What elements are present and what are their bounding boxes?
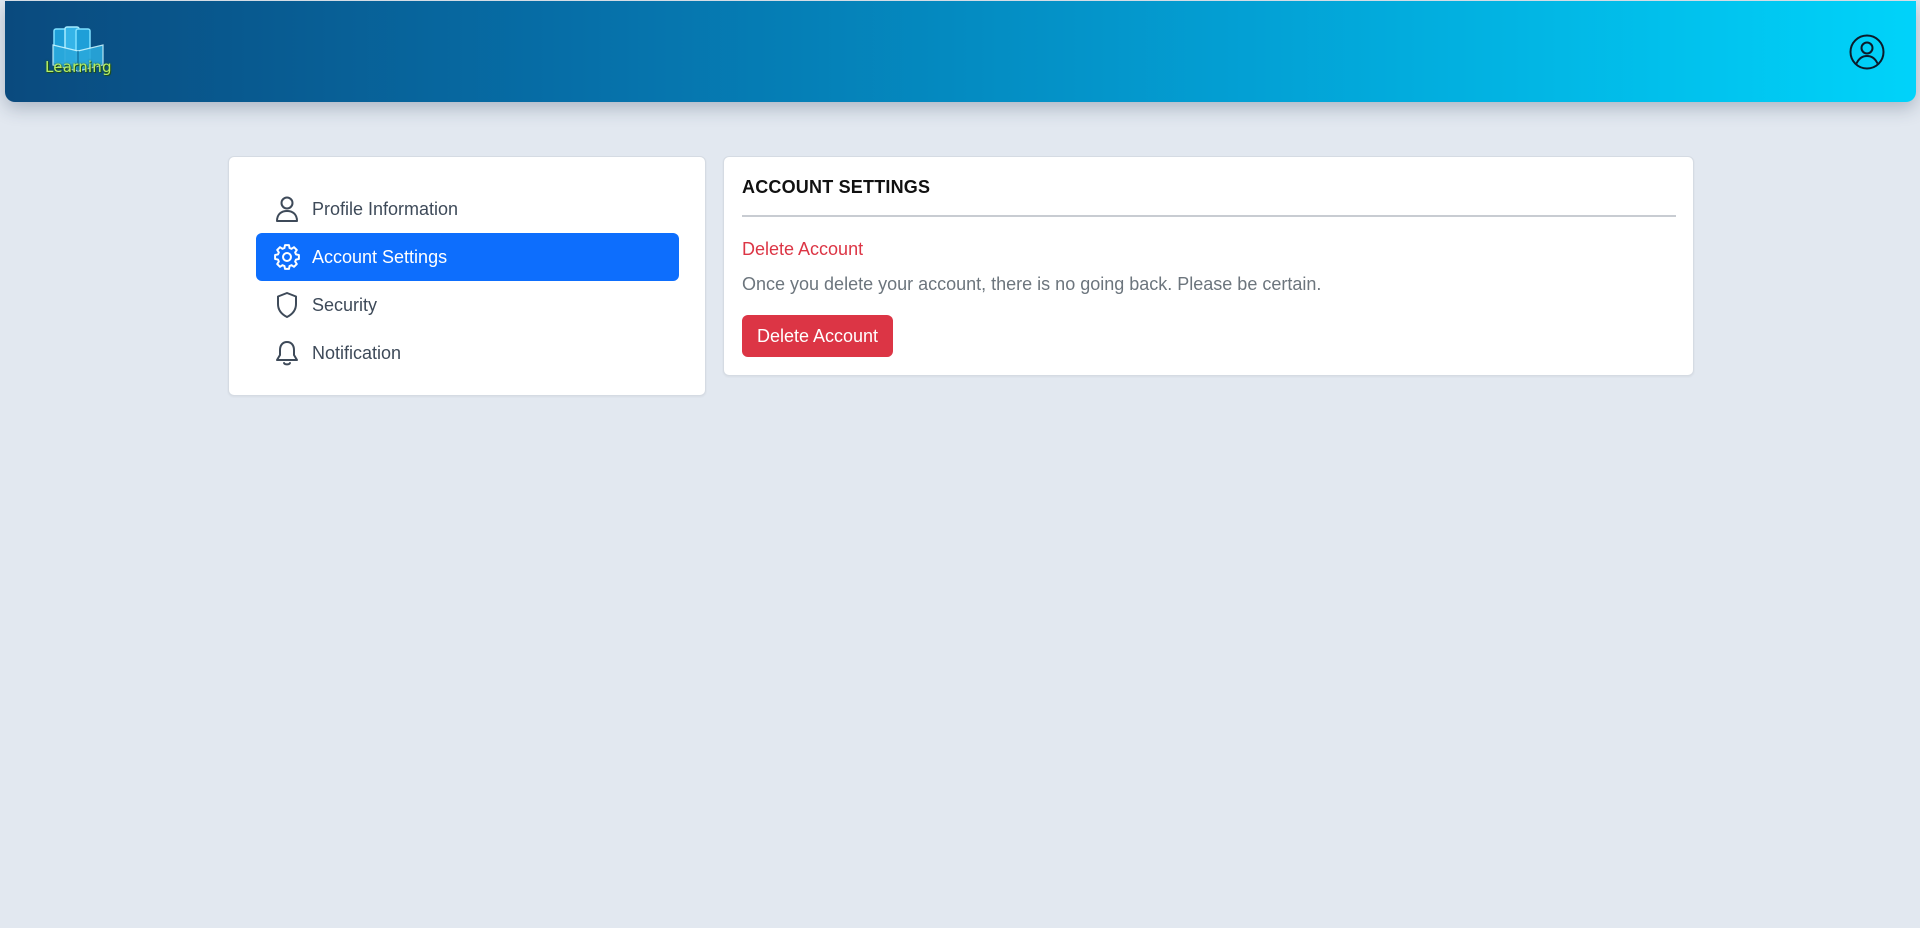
shield-icon <box>272 290 302 320</box>
user-icon <box>272 194 302 224</box>
sidebar-item-profile-information[interactable]: Profile Information <box>256 185 679 233</box>
top-header: Learning <box>5 1 1916 102</box>
settings-sidebar: Profile Information Account Settings Sec… <box>228 156 706 396</box>
page: Learning Profile Information Account Set… <box>0 0 1920 928</box>
logo[interactable]: Learning <box>39 25 117 79</box>
sidebar-item-account-settings[interactable]: Account Settings <box>256 233 679 281</box>
delete-account-heading: Delete Account <box>742 239 864 259</box>
gear-icon <box>272 242 302 272</box>
bell-icon <box>272 338 302 368</box>
sidebar-item-label: Notification <box>312 342 402 363</box>
sidebar-item-label: Profile Information <box>312 198 459 219</box>
account-settings-panel: ACCOUNT SETTINGS Delete Account Once you… <box>723 156 1694 376</box>
delete-account-button[interactable]: Delete Account <box>742 315 893 357</box>
delete-account-description: Once you delete your account, there is n… <box>742 274 1322 294</box>
sidebar-item-label: Account Settings <box>312 246 448 267</box>
user-profile-button[interactable] <box>1848 33 1886 71</box>
sidebar-item-security[interactable]: Security <box>256 281 679 329</box>
logo-text: Learning <box>45 58 112 76</box>
sidebar-item-notification[interactable]: Notification <box>256 329 679 377</box>
panel-title: ACCOUNT SETTINGS <box>742 177 931 197</box>
user-circle-icon <box>1849 34 1885 70</box>
title-divider <box>742 215 1676 217</box>
sidebar-item-label: Security <box>312 294 378 315</box>
